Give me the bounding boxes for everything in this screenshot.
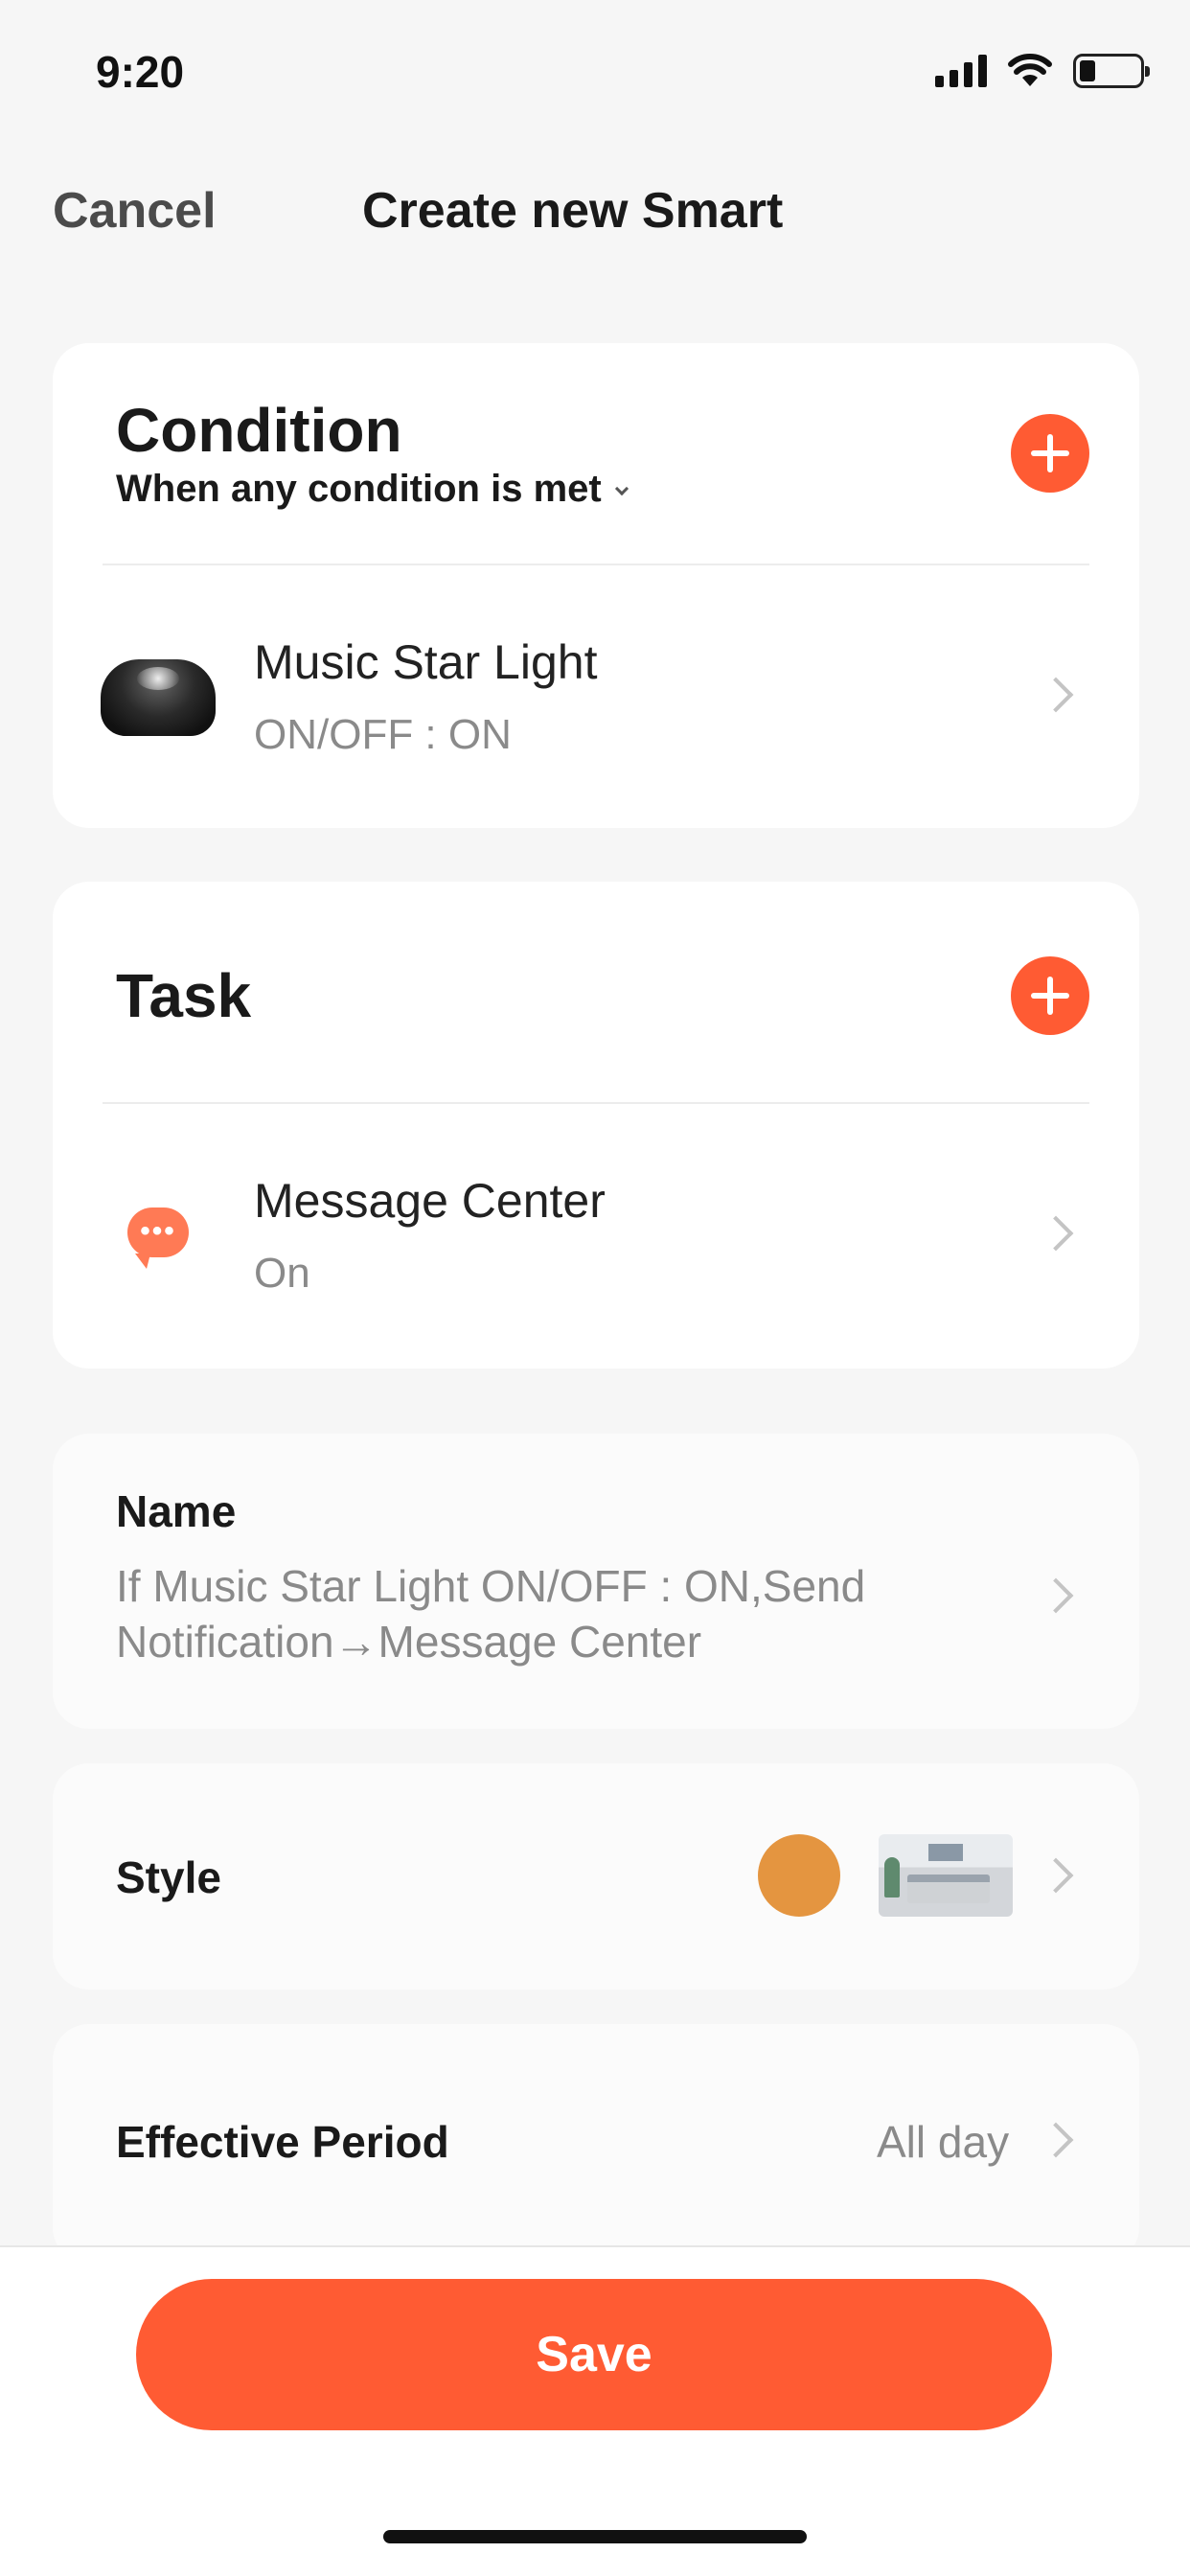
task-card: Task ••• Message Center On — [53, 882, 1139, 1368]
add-task-button[interactable] — [1011, 956, 1089, 1035]
home-indicator — [383, 2530, 807, 2543]
wifi-icon — [1008, 54, 1052, 86]
style-color-swatch — [758, 1834, 840, 1917]
effective-period-card[interactable]: Effective Period All day — [53, 2024, 1139, 2264]
task-item-subtitle: On — [254, 1250, 310, 1297]
style-card[interactable]: Style — [53, 1763, 1139, 1990]
effective-period-label: Effective Period — [116, 2117, 449, 2167]
message-bubble-icon: ••• — [127, 1208, 189, 1269]
condition-item-row[interactable]: Music Star Light ON/OFF : ON — [53, 565, 1139, 828]
task-heading: Task — [116, 961, 252, 1030]
battery-icon — [1073, 54, 1150, 88]
save-button[interactable]: Save — [136, 2279, 1052, 2430]
name-card[interactable]: Name If Music Star Light ON/OFF : ON,Sen… — [53, 1434, 1139, 1729]
chevron-down-icon — [614, 481, 629, 496]
condition-item-subtitle: ON/OFF : ON — [254, 711, 512, 758]
condition-heading: Condition — [116, 396, 402, 465]
name-label: Name — [116, 1486, 237, 1536]
condition-item-title: Music Star Light — [254, 635, 598, 689]
star-light-device-icon — [101, 659, 216, 736]
create-smart-screen: 9:20 Cancel Create new Smart Condition W… — [0, 0, 1190, 2576]
chevron-right-icon — [1038, 1577, 1074, 1614]
cellular-signal-icon — [935, 55, 987, 87]
task-item-title: Message Center — [254, 1174, 606, 1228]
condition-mode-dropdown[interactable]: When any condition is met — [116, 468, 629, 511]
style-background-thumbnail — [879, 1834, 1013, 1917]
status-icons — [935, 54, 1150, 88]
condition-card: Condition When any condition is met Musi… — [53, 343, 1139, 828]
chevron-right-icon — [1038, 1215, 1074, 1252]
task-item-row[interactable]: ••• Message Center On — [53, 1104, 1139, 1368]
style-label: Style — [116, 1852, 221, 1902]
chevron-right-icon — [1038, 677, 1074, 713]
chevron-right-icon — [1038, 1857, 1074, 1894]
condition-mode-label: When any condition is met — [116, 468, 602, 510]
effective-period-value: All day — [877, 2117, 1010, 2167]
name-value: If Music Star Light ON/OFF : ON,Send Not… — [116, 1561, 866, 1667]
cancel-button[interactable]: Cancel — [53, 182, 217, 240]
status-time: 9:20 — [96, 47, 185, 97]
add-condition-button[interactable] — [1011, 414, 1089, 493]
page-title: Create new Smart — [362, 183, 784, 239]
chevron-right-icon — [1038, 2122, 1074, 2158]
